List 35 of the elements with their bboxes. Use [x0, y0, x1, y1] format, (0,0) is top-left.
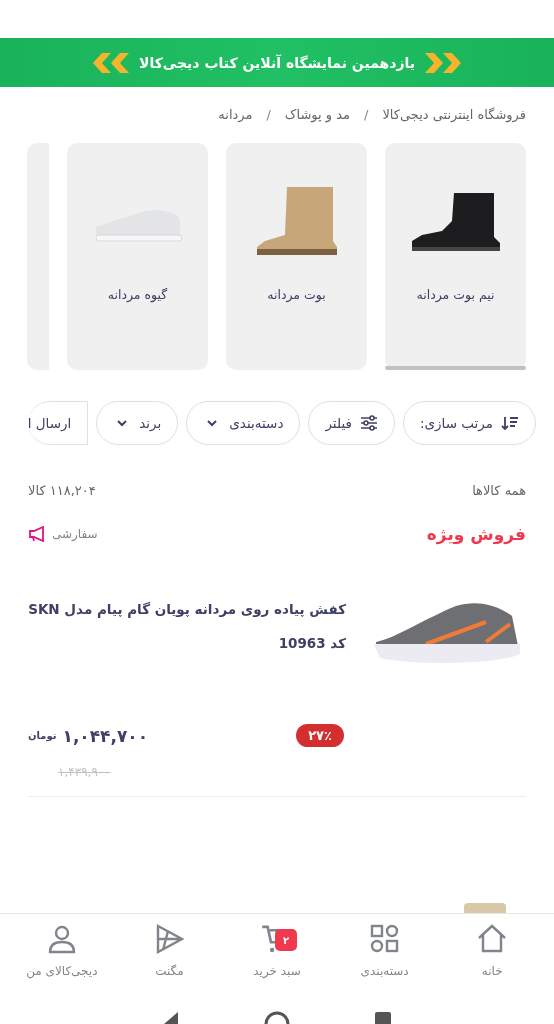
filter-chip[interactable]: برند [96, 401, 179, 445]
category-label: بوت مردانه [267, 287, 326, 302]
filter-chip[interactable]: دسته‌بندی [186, 401, 301, 445]
breadcrumb-separator: / [266, 106, 271, 122]
category-label: نیم بوت مردانه [416, 287, 495, 302]
nav-tab[interactable]: مگنت [119, 914, 220, 990]
filter-icon [359, 414, 378, 432]
breadcrumb-separator: / [364, 106, 369, 122]
cart-count-badge: ۲ [275, 929, 297, 951]
filter-chip[interactable]: مرتب سازی: [402, 401, 536, 445]
product-photo [464, 903, 506, 913]
special-sale-label: فروش ویژه [426, 524, 526, 544]
product-price: ۱,۰۴۴,۷۰۰ [62, 725, 149, 746]
nav-tab[interactable]: ۲ سبد خرید [227, 914, 327, 990]
nav-tab[interactable]: دسته‌بندی [334, 914, 435, 990]
nav-tab[interactable]: دیجی‌کالای من [11, 914, 112, 990]
sort-icon [501, 414, 519, 432]
nav-tab[interactable]: خانه [442, 914, 543, 990]
discount-badge: ۲۷٪ [296, 724, 344, 747]
item-count: ۱۱۸,۲۰۴ کالا [28, 483, 96, 498]
banner-text: یازدهمین نمایشگاه آنلاین کتاب دیجی‌کالا [139, 54, 415, 71]
breadcrumb-link[interactable]: مد و پوشاک [284, 106, 350, 122]
megaphone-icon [28, 526, 46, 542]
product-title[interactable]: کفش پیاده روی مردانه پویان گام پیام مدل SKN کد 10963 [28, 592, 346, 682]
sponsored-label: سفارشی [52, 527, 98, 541]
category-label: گیوه مردانه [107, 287, 168, 302]
category-card[interactable]: گیوه مردانه [67, 143, 208, 370]
old-price: ۱,۴۳۹,۹۰۰ [57, 765, 111, 779]
currency-label: تومان [28, 730, 57, 741]
listing-title: همه کالاها [472, 483, 526, 498]
breadcrumb-link[interactable]: فروشگاه اینترنتی دیجی‌کالا [382, 106, 526, 122]
filter-chip[interactable]: فیلتر [308, 401, 395, 445]
category-card[interactable]: بوت مردانه [226, 143, 367, 370]
breadcrumb-link[interactable]: مردانه [218, 106, 253, 122]
filter-chip[interactable]: ارسال ا [27, 401, 89, 445]
